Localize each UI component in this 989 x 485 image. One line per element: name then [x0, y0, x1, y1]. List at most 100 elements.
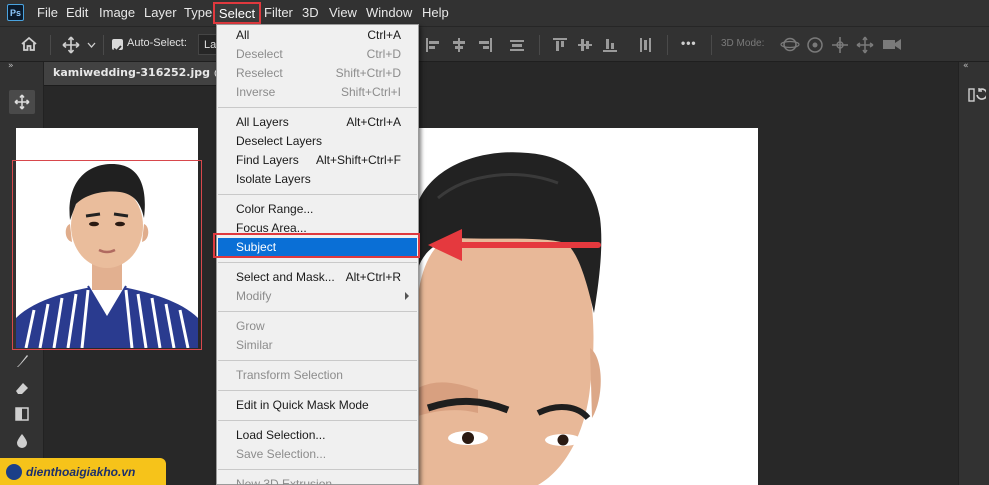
menu-separator	[218, 194, 417, 195]
collapse-panel-icon[interactable]: »	[8, 61, 14, 71]
menu-item-shortcut: Ctrl+D	[366, 47, 401, 61]
menu-item-grow[interactable]: Grow	[218, 317, 417, 336]
menu-item-reselect[interactable]: Reselect Shift+Ctrl+D	[218, 64, 417, 83]
auto-select-value: La	[204, 39, 217, 51]
photoshop-logo-icon: Ps	[7, 4, 24, 21]
menu-item-all[interactable]: All Ctrl+A	[218, 26, 417, 45]
menu-help[interactable]: Help	[422, 5, 449, 20]
menu-item-label: Reselect	[236, 66, 283, 80]
subject-highlight-box	[213, 233, 420, 258]
water-drop-icon	[17, 434, 27, 448]
align-top-icon[interactable]	[553, 38, 567, 52]
menu-item-load-selection[interactable]: Load Selection...	[218, 426, 417, 445]
brush-tool-button[interactable]	[9, 349, 35, 373]
menu-item-label: Deselect Layers	[236, 134, 323, 148]
menu-item-find-layers[interactable]: Find Layers Alt+Shift+Ctrl+F	[218, 151, 417, 170]
menu-item-shortcut: Ctrl+A	[367, 28, 401, 42]
menu-item-select-and-mask[interactable]: Select and Mask... Alt+Ctrl+R	[218, 268, 417, 287]
divider	[711, 35, 712, 55]
menu-item-label: Save Selection...	[236, 447, 327, 461]
thumbnail-highlight-frame	[12, 160, 202, 350]
menu-item-similar[interactable]: Similar	[218, 336, 417, 355]
right-panel: «	[958, 61, 989, 485]
blur-tool-button[interactable]	[9, 428, 35, 452]
menu-filter[interactable]: Filter	[264, 5, 293, 20]
divider	[103, 35, 104, 55]
3d-pan-icon[interactable]	[831, 36, 849, 54]
brush-icon	[17, 355, 28, 367]
menu-item-label: Inverse	[236, 85, 276, 99]
document-canvas[interactable]	[416, 128, 758, 485]
divider	[539, 35, 540, 55]
menu-item-label: All Layers	[236, 115, 289, 129]
menu-layer[interactable]: Layer	[144, 5, 177, 20]
3d-mode-label: 3D Mode:	[721, 38, 765, 49]
menu-item-shortcut: Alt+Shift+Ctrl+F	[315, 153, 401, 167]
history-panel-icon[interactable]	[968, 86, 986, 104]
align-right-icon[interactable]	[478, 38, 492, 52]
3d-camera-icon[interactable]	[882, 37, 902, 52]
home-icon[interactable]	[20, 36, 38, 52]
menu-3d[interactable]: 3D	[302, 5, 319, 20]
menu-image[interactable]: Image	[99, 5, 135, 20]
menu-item-label: All	[236, 28, 250, 42]
divider	[667, 35, 668, 55]
menu-item-inverse[interactable]: Inverse Shift+Ctrl+I	[218, 83, 417, 102]
menu-separator	[218, 360, 417, 361]
menu-item-label: Modify	[236, 289, 272, 303]
menu-type[interactable]: Type	[184, 5, 212, 20]
menu-item-color-range[interactable]: Color Range...	[218, 200, 417, 219]
align-bottom-icon[interactable]	[603, 38, 617, 52]
site-logo-icon	[6, 463, 22, 480]
gradient-tool-button[interactable]	[9, 402, 35, 426]
menu-file[interactable]: File	[37, 5, 58, 20]
watermark-text: dienthoaigiakho.vn	[26, 464, 136, 479]
portrait-photo	[416, 128, 758, 485]
menu-item-transform-selection[interactable]: Transform Selection	[218, 366, 417, 385]
menu-view[interactable]: View	[329, 5, 357, 20]
menu-item-label: Grow	[236, 319, 265, 333]
distribute-vertical-icon[interactable]	[638, 38, 652, 52]
menu-window[interactable]: Window	[366, 5, 412, 20]
menu-item-all-layers[interactable]: All Layers Alt+Ctrl+A	[218, 113, 417, 132]
menu-item-edit-in-quick-mask-mode[interactable]: Edit in Quick Mask Mode	[218, 396, 417, 415]
distribute-icon[interactable]	[510, 38, 524, 52]
align-middle-icon[interactable]	[578, 38, 592, 52]
menu-item-deselect-layers[interactable]: Deselect Layers	[218, 132, 417, 151]
watermark-badge: dienthoaigiakho.vn	[0, 458, 166, 485]
menu-item-modify[interactable]: Modify	[218, 287, 417, 306]
menu-item-shortcut: Alt+Ctrl+R	[345, 270, 401, 284]
menu-item-new-3d-extrusion[interactable]: New 3D Extrusion	[218, 475, 417, 485]
menu-item-label: New 3D Extrusion	[236, 477, 333, 485]
menu-item-label: Transform Selection	[236, 368, 343, 382]
more-options-icon[interactable]: •••	[681, 36, 697, 50]
move-tool-icon[interactable]	[62, 36, 80, 54]
eraser-icon	[16, 383, 28, 394]
eraser-tool-button[interactable]	[9, 376, 35, 400]
auto-select-dropdown[interactable]: La	[198, 34, 218, 55]
menu-separator	[218, 311, 417, 312]
menu-item-isolate-layers[interactable]: Isolate Layers	[218, 170, 417, 189]
menu-item-deselect[interactable]: Deselect Ctrl+D	[218, 45, 417, 64]
expand-panel-icon[interactable]: «	[963, 61, 969, 71]
menu-item-label: Edit in Quick Mask Mode	[236, 398, 369, 412]
align-left-icon[interactable]	[426, 38, 440, 52]
3d-orbit-icon[interactable]	[780, 36, 800, 53]
menu-item-save-selection[interactable]: Save Selection...	[218, 445, 417, 464]
checkmark-icon	[113, 45, 122, 53]
menu-item-shortcut: Alt+Ctrl+A	[346, 115, 401, 129]
menu-item-label: Isolate Layers	[236, 172, 311, 186]
menu-item-label: Similar	[236, 338, 273, 352]
chevron-down-icon[interactable]	[87, 42, 96, 48]
3d-slide-icon[interactable]	[856, 36, 874, 54]
menu-bar: Ps File Edit Image Layer Type Select Fil…	[0, 0, 989, 26]
menu-item-shortcut: Shift+Ctrl+I	[340, 85, 401, 99]
gradient-icon	[15, 407, 29, 421]
menu-select[interactable]: Select	[213, 2, 261, 24]
move-tool-button[interactable]	[9, 90, 35, 114]
3d-roll-icon[interactable]	[806, 36, 824, 54]
auto-select-checkbox[interactable]	[112, 39, 123, 53]
menu-edit[interactable]: Edit	[66, 5, 88, 20]
document-tab[interactable]: kamiwedding-316252.jpg @ 66	[44, 62, 244, 86]
align-center-icon[interactable]	[452, 38, 466, 52]
